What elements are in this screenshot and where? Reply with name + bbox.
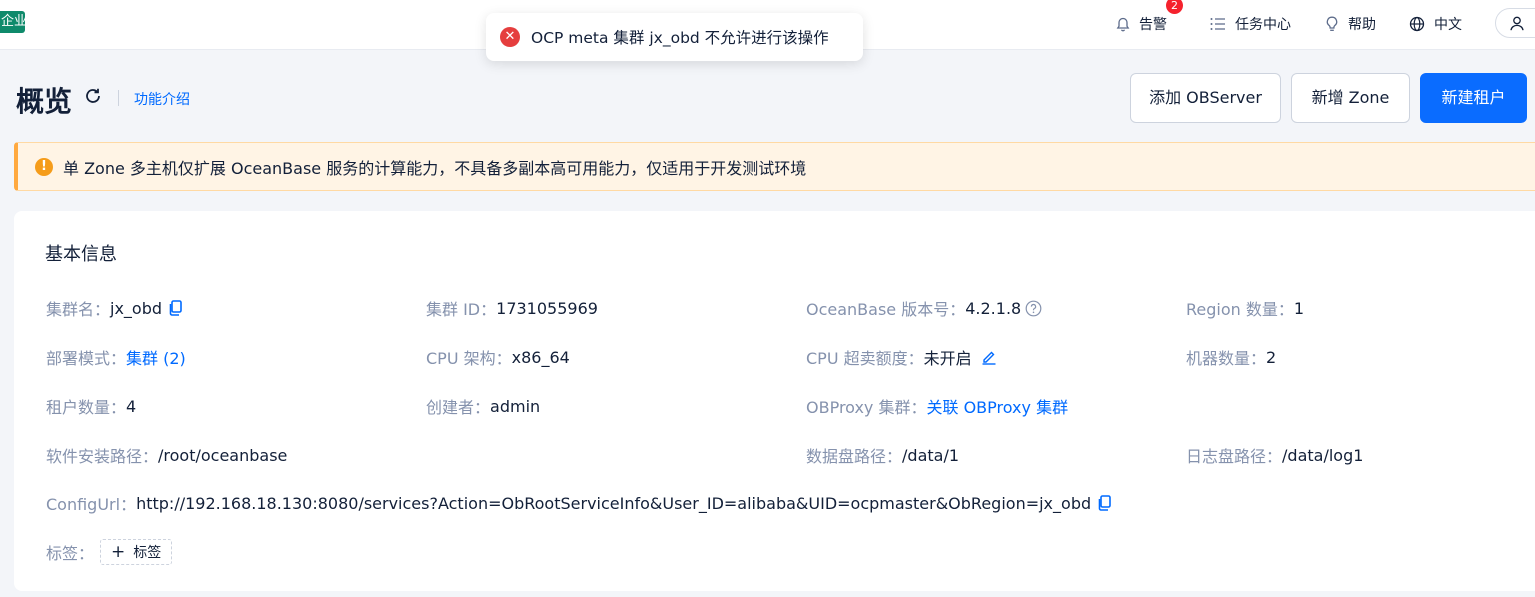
- config-url-value: http://192.168.18.130:8080/services?Acti…: [136, 493, 1092, 513]
- bell-icon: [1116, 17, 1130, 31]
- cpu-arch-field: CPU 架构： x86_64: [426, 346, 570, 369]
- log-path-value: /data/log1: [1282, 445, 1364, 465]
- ob-version-label: OceanBase 版本号：: [806, 300, 966, 319]
- deploy-mode-label: 部署模式：: [46, 349, 127, 368]
- data-path-value: /data/1: [902, 445, 960, 465]
- lightbulb-icon: [1326, 16, 1338, 31]
- tenant-count-label: 租户数量：: [46, 398, 127, 417]
- toast-message: OCP meta 集群 jx_obd 不允许进行该操作: [531, 29, 829, 47]
- feature-intro-link[interactable]: 功能介绍: [134, 89, 190, 109]
- region-count-field: Region 数量： 1: [1186, 297, 1305, 320]
- config-url-field: ConfigUrl： http://192.168.18.130:8080/se…: [46, 492, 1111, 514]
- task-center-nav[interactable]: 任务中心: [1210, 13, 1291, 35]
- list-icon: [1210, 18, 1225, 30]
- ob-version-value: 4.2.1.8: [965, 298, 1022, 318]
- title-divider: [118, 90, 119, 106]
- warning-message: 单 Zone 多主机仅扩展 OceanBase 服务的计算能力，不具备多副本高可…: [63, 158, 807, 178]
- install-path-label: 软件安装路径：: [46, 447, 159, 466]
- cpu-oversell-field: CPU 超卖额度： 未开启: [806, 346, 997, 368]
- data-path-label: 数据盘路径：: [806, 447, 903, 466]
- machine-count-label: 机器数量：: [1186, 349, 1267, 368]
- question-circle-icon[interactable]: [1025, 300, 1042, 317]
- creator-field: 创建者： admin: [426, 395, 541, 418]
- user-menu-button[interactable]: [1495, 8, 1535, 38]
- tenant-count-field: 租户数量： 4: [46, 395, 137, 418]
- copy-icon[interactable]: [1097, 495, 1111, 511]
- alarm-nav[interactable]: 告警: [1116, 13, 1167, 35]
- cpu-oversell-label: CPU 超卖额度：: [806, 349, 924, 368]
- deploy-mode-link[interactable]: 集群 (2): [126, 345, 186, 369]
- warning-icon: !: [35, 157, 53, 176]
- cluster-id-value: 1731055969: [496, 298, 598, 318]
- ob-version-field: OceanBase 版本号： 4.2.1.8: [806, 297, 1042, 319]
- copy-icon[interactable]: [168, 300, 182, 316]
- cluster-id-field: 集群 ID： 1731055969: [426, 297, 598, 320]
- add-observer-button[interactable]: 添加 OBServer: [1130, 73, 1281, 123]
- machine-count-field: 机器数量： 2: [1186, 346, 1277, 369]
- region-count-value: 1: [1293, 298, 1305, 318]
- cluster-name-label: 集群名：: [46, 300, 111, 319]
- help-nav[interactable]: 帮助: [1325, 13, 1376, 35]
- install-path-field: 软件安装路径： /root/oceanbase: [46, 444, 288, 467]
- error-close-icon: ✕: [500, 27, 520, 47]
- cpu-arch-value: x86_64: [511, 347, 570, 367]
- task-center-label: 任务中心: [1235, 17, 1291, 33]
- language-label: 中文: [1434, 17, 1462, 33]
- install-path-value: /root/oceanbase: [158, 445, 288, 465]
- log-path-field: 日志盘路径： /data/log1: [1186, 444, 1364, 467]
- cpu-oversell-value: 未开启: [923, 349, 972, 368]
- cpu-arch-label: CPU 架构：: [426, 349, 512, 368]
- error-toast: ✕ OCP meta 集群 jx_obd 不允许进行该操作: [486, 13, 863, 61]
- edition-badge: 企业版: [0, 11, 25, 33]
- globe-icon: [1409, 16, 1425, 32]
- help-label: 帮助: [1348, 17, 1376, 33]
- tags-label: 标签：: [46, 544, 95, 563]
- refresh-icon[interactable]: [84, 87, 102, 109]
- obproxy-cluster-label: OBProxy 集群：: [806, 398, 927, 417]
- edit-icon[interactable]: [981, 349, 997, 365]
- region-count-label: Region 数量：: [1186, 300, 1294, 319]
- deploy-mode-field: 部署模式： 集群 (2): [46, 346, 186, 368]
- alarm-count-badge: 2: [1166, 0, 1183, 14]
- warning-alert: ! 单 Zone 多主机仅扩展 OceanBase 服务的计算能力，不具备多副本…: [14, 142, 1535, 191]
- creator-value: admin: [490, 396, 541, 416]
- tenant-count-value: 4: [126, 396, 137, 416]
- basic-info-card: 基本信息 集群名： jx_obd 集群 ID： 1731055969 Ocean…: [14, 211, 1535, 591]
- log-path-label: 日志盘路径：: [1186, 447, 1283, 466]
- language-nav[interactable]: 中文: [1409, 13, 1462, 35]
- page-title: 概览: [16, 85, 73, 118]
- add-zone-button[interactable]: 新增 Zone: [1291, 73, 1410, 123]
- config-url-label: ConfigUrl：: [46, 495, 137, 514]
- user-icon: [1510, 16, 1524, 31]
- alarm-label: 告警: [1139, 17, 1167, 33]
- cluster-name-field: 集群名： jx_obd: [46, 297, 182, 319]
- obproxy-cluster-field: OBProxy 集群： 关联 OBProxy 集群: [806, 395, 1068, 417]
- machine-count-value: 2: [1266, 347, 1277, 367]
- plus-icon: +: [111, 541, 126, 562]
- add-tag-label: 标签: [133, 545, 162, 561]
- tags-field: 标签： + 标签: [46, 539, 173, 565]
- cluster-name-value: jx_obd: [110, 298, 163, 318]
- creator-label: 创建者：: [426, 398, 491, 417]
- basic-info-title: 基本信息: [45, 244, 117, 265]
- cluster-id-label: 集群 ID：: [426, 300, 497, 319]
- add-tag-button[interactable]: + 标签: [100, 539, 173, 565]
- data-path-field: 数据盘路径： /data/1: [806, 444, 960, 467]
- new-tenant-button[interactable]: 新建租户: [1420, 73, 1527, 123]
- link-obproxy-cluster-link[interactable]: 关联 OBProxy 集群: [927, 394, 1069, 418]
